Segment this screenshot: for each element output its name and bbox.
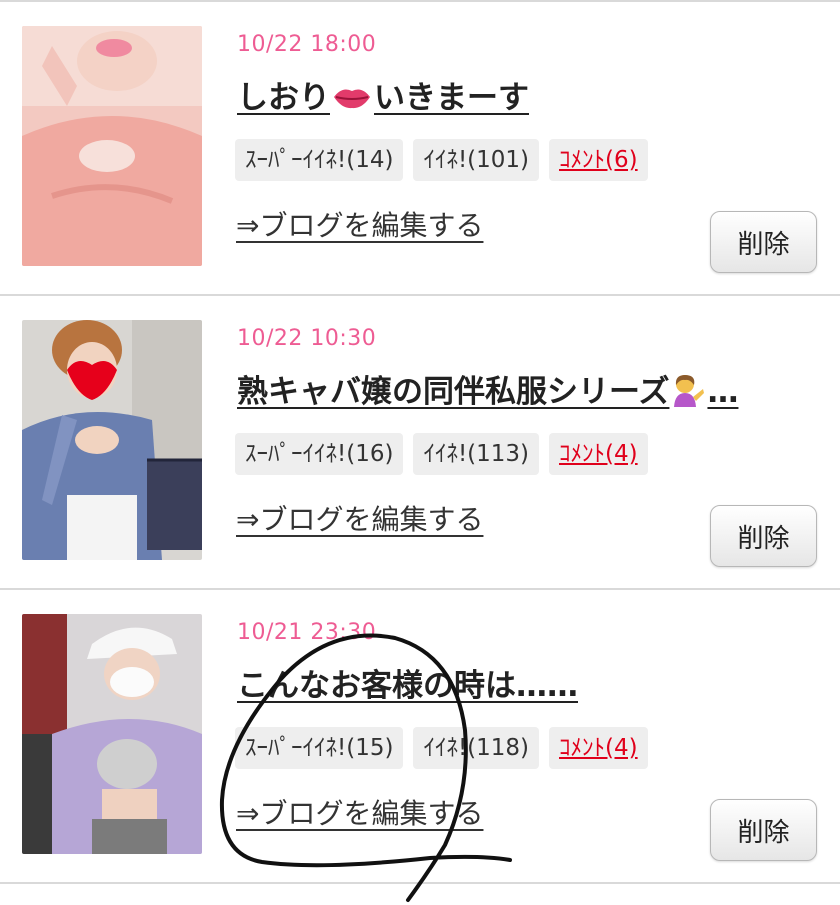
blog-thumbnail[interactable] <box>22 320 202 560</box>
comment-badge: ｺﾒﾝﾄ(4) <box>549 727 648 769</box>
super-like-badge: ｽｰﾊﾟｰｲｲﾈ!(15) <box>235 727 404 769</box>
blog-entry: 10/22 10:30 熟キャバ嬢の同伴私服シリーズ… ｽｰﾊﾟｰｲｲﾈ!(16… <box>0 296 840 586</box>
comment-link[interactable]: ｺﾒﾝﾄ(6) <box>559 147 638 173</box>
like-badge: ｲｲﾈ!(118) <box>413 727 540 769</box>
edit-blog-link[interactable]: ⇒ブログを編集する <box>236 204 483 244</box>
post-title[interactable]: こんなお客様の時は…… <box>237 660 578 705</box>
post-title[interactable]: しおり いきまーす <box>237 72 529 118</box>
super-like-badge: ｽｰﾊﾟｰｲｲﾈ!(16) <box>235 433 404 475</box>
reaction-badges: ｽｰﾊﾟｰｲｲﾈ!(14) ｲｲﾈ!(101) ｺﾒﾝﾄ(6) <box>235 139 648 181</box>
person-tipping-hand-icon <box>671 373 705 415</box>
like-badge: ｲｲﾈ!(113) <box>413 433 540 475</box>
post-date: 10/21 23:30 <box>237 620 377 645</box>
post-date: 10/22 10:30 <box>237 326 377 351</box>
delete-button[interactable]: 削除 <box>710 505 817 567</box>
post-title[interactable]: 熟キャバ嬢の同伴私服シリーズ… <box>237 366 738 415</box>
reaction-badges: ｽｰﾊﾟｰｲｲﾈ!(16) ｲｲﾈ!(113) ｺﾒﾝﾄ(4) <box>235 433 648 475</box>
blog-entry: 10/22 18:00 しおり いきまーす ｽｰﾊﾟｰｲｲﾈ!(14) ｲｲﾈ!(… <box>0 2 840 292</box>
comment-badge: ｺﾒﾝﾄ(6) <box>549 139 648 181</box>
delete-button[interactable]: 削除 <box>710 211 817 273</box>
super-like-badge: ｽｰﾊﾟｰｲｲﾈ!(14) <box>235 139 404 181</box>
like-badge: ｲｲﾈ!(101) <box>413 139 540 181</box>
edit-blog-link[interactable]: ⇒ブログを編集する <box>236 792 483 832</box>
post-date: 10/22 18:00 <box>237 32 377 57</box>
blog-thumbnail[interactable] <box>22 614 202 854</box>
entry-divider <box>0 882 840 884</box>
comment-badge: ｺﾒﾝﾄ(4) <box>549 433 648 475</box>
delete-button[interactable]: 削除 <box>710 799 817 861</box>
edit-blog-link[interactable]: ⇒ブログを編集する <box>236 498 483 538</box>
blog-entry: 10/21 23:30 こんなお客様の時は…… ｽｰﾊﾟｰｲｲﾈ!(15) ｲｲ… <box>0 590 840 880</box>
comment-link[interactable]: ｺﾒﾝﾄ(4) <box>559 735 638 761</box>
reaction-badges: ｽｰﾊﾟｰｲｲﾈ!(15) ｲｲﾈ!(118) ｺﾒﾝﾄ(4) <box>235 727 648 769</box>
lips-icon <box>332 82 372 118</box>
comment-link[interactable]: ｺﾒﾝﾄ(4) <box>559 441 638 467</box>
blog-thumbnail[interactable] <box>22 26 202 266</box>
